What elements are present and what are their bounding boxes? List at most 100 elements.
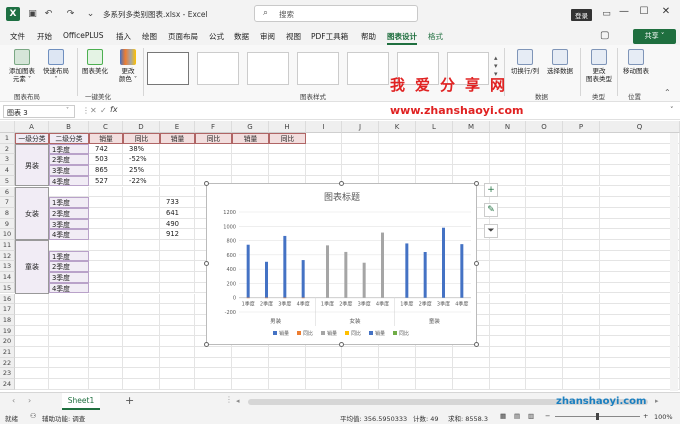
move-chart-button[interactable]: 移动图表 — [620, 49, 652, 75]
cell[interactable] — [563, 304, 600, 315]
cell[interactable] — [123, 186, 160, 198]
cell[interactable] — [342, 357, 379, 369]
cell[interactable] — [416, 154, 453, 166]
cell[interactable] — [490, 250, 526, 262]
cell[interactable] — [195, 357, 232, 369]
cell[interactable] — [490, 165, 526, 176]
quarter-label[interactable]: 3季度 — [49, 218, 89, 230]
cell[interactable] — [526, 218, 563, 230]
resize-handle-l[interactable] — [204, 261, 209, 266]
cell[interactable] — [526, 175, 563, 187]
cell[interactable] — [123, 207, 160, 219]
row-header-9[interactable]: 9 — [0, 218, 15, 230]
row-header-3[interactable]: 3 — [0, 154, 15, 166]
cell[interactable] — [563, 379, 600, 390]
cell[interactable] — [379, 347, 416, 358]
cell[interactable] — [600, 250, 680, 262]
cell[interactable] — [123, 336, 160, 347]
cell[interactable] — [195, 154, 232, 166]
chart-filter-icon[interactable]: ⏷ — [484, 224, 498, 238]
cell[interactable] — [89, 250, 123, 262]
cell[interactable] — [342, 379, 379, 390]
row-header-20[interactable]: 20 — [0, 336, 15, 347]
cell[interactable] — [123, 197, 160, 208]
cell[interactable] — [306, 165, 342, 176]
cell[interactable] — [195, 368, 232, 380]
tab-view[interactable]: 视图 — [286, 31, 301, 42]
row-header-8[interactable]: 8 — [0, 207, 15, 219]
cell[interactable] — [306, 347, 342, 358]
chart-area[interactable]: 图表标题 1200 1000 800 600 400 200 0 -200 1季度 2季度 3季度 4季… — [206, 183, 477, 345]
cell[interactable] — [89, 282, 123, 294]
cell[interactable] — [123, 304, 160, 315]
cell[interactable] — [232, 154, 269, 166]
cell[interactable] — [123, 379, 160, 390]
column-header-b[interactable]: B — [49, 121, 89, 133]
expand-formula-icon[interactable]: ˅ — [670, 106, 674, 114]
column-header-i[interactable]: I — [306, 121, 342, 133]
cell[interactable] — [490, 282, 526, 294]
cell[interactable] — [160, 325, 195, 337]
cell[interactable] — [232, 143, 269, 155]
quarter-label[interactable]: 2季度 — [49, 154, 89, 166]
cell[interactable] — [49, 186, 89, 198]
accessibility-status[interactable]: 辅助功能: 调查 — [42, 413, 85, 423]
tab-insert[interactable]: 插入 — [116, 31, 131, 42]
header-cell[interactable]: 销量 — [89, 133, 123, 144]
accessibility-icon[interactable]: ⚇ — [30, 412, 36, 420]
cell[interactable] — [600, 165, 680, 176]
cell[interactable] — [453, 347, 490, 358]
cell[interactable] — [416, 368, 453, 380]
column-header-n[interactable]: N — [490, 121, 526, 133]
cell[interactable] — [160, 314, 195, 326]
row-header-23[interactable]: 23 — [0, 368, 15, 380]
chart-style-1[interactable] — [147, 52, 189, 85]
cell[interactable] — [123, 282, 160, 294]
row-header-21[interactable]: 21 — [0, 347, 15, 358]
vertical-scrollbar[interactable] — [670, 133, 678, 391]
row-header-22[interactable]: 22 — [0, 357, 15, 369]
cell[interactable] — [232, 165, 269, 176]
cell[interactable] — [49, 293, 89, 305]
cell[interactable] — [269, 165, 306, 176]
cell[interactable] — [526, 229, 563, 240]
row-header-17[interactable]: 17 — [0, 304, 15, 315]
cell[interactable] — [15, 379, 49, 390]
cell[interactable] — [89, 325, 123, 337]
cell[interactable] — [526, 293, 563, 305]
cell[interactable] — [526, 368, 563, 380]
cell[interactable] — [342, 143, 379, 155]
sheet-tab-sheet1[interactable]: Sheet1 — [62, 393, 100, 410]
cell[interactable] — [563, 368, 600, 380]
column-header-m[interactable]: M — [453, 121, 490, 133]
tab-home[interactable]: 开始 — [37, 31, 52, 42]
cell[interactable] — [563, 314, 600, 326]
cell[interactable] — [49, 314, 89, 326]
cell[interactable] — [453, 368, 490, 380]
cell[interactable] — [379, 143, 416, 155]
next-sheet-icon[interactable]: › — [28, 396, 31, 405]
cell[interactable] — [195, 347, 232, 358]
cell[interactable] — [15, 347, 49, 358]
cell[interactable] — [526, 304, 563, 315]
cell[interactable] — [490, 272, 526, 283]
cell[interactable] — [526, 197, 563, 208]
cell[interactable] — [563, 175, 600, 187]
cell[interactable] — [89, 272, 123, 283]
cell[interactable] — [526, 143, 563, 155]
men-sales-value[interactable]: 527 — [89, 175, 123, 187]
cell[interactable] — [123, 218, 160, 230]
page-layout-view-icon[interactable]: ▤ — [514, 412, 520, 420]
cell[interactable] — [49, 379, 89, 390]
hscroll-right-icon[interactable]: ▸ — [655, 397, 659, 405]
cell[interactable] — [123, 325, 160, 337]
cell[interactable] — [563, 336, 600, 347]
cell[interactable] — [269, 368, 306, 380]
tab-pdf-tools[interactable]: PDF工具箱 — [311, 31, 348, 42]
cell[interactable] — [563, 261, 600, 273]
cell[interactable] — [600, 272, 680, 283]
header-cell[interactable]: 一级分类 — [15, 133, 49, 144]
cell[interactable] — [600, 379, 680, 390]
cell[interactable] — [89, 357, 123, 369]
row-header-24[interactable]: 24 — [0, 379, 15, 390]
